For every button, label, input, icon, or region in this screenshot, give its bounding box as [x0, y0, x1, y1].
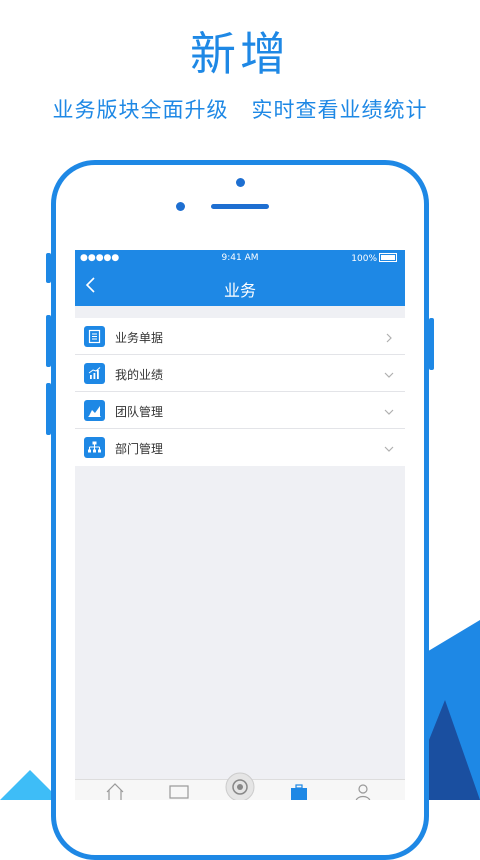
battery-percent: 100%: [351, 254, 377, 264]
tab-bar: [75, 772, 405, 800]
chevron-right-icon: [383, 329, 395, 343]
phone-sensor: [176, 202, 185, 211]
phone-side-button: [46, 315, 51, 367]
briefcase-icon[interactable]: [287, 780, 311, 800]
nav-bar: 业务: [75, 266, 405, 306]
phone-screen: ●●●●● 9:41 AM 100% 业务 业务单据 我的业绩 团队管理 部门管…: [75, 250, 405, 800]
battery-icon: [379, 253, 397, 262]
menu-item-label: 我的业绩: [115, 368, 164, 382]
document-icon: [84, 326, 105, 347]
menu-item-label: 团队管理: [115, 405, 164, 419]
phone-speaker: [211, 204, 269, 209]
monitor-icon[interactable]: [167, 780, 191, 800]
person-icon[interactable]: [351, 780, 375, 800]
team-chart-icon: [84, 400, 105, 421]
menu-item-documents[interactable]: 业务单据: [75, 318, 405, 355]
chevron-down-icon: [383, 366, 395, 378]
home-icon[interactable]: [103, 780, 127, 800]
center-camera-icon[interactable]: [225, 772, 255, 800]
menu-list: 业务单据 我的业绩 团队管理 部门管理: [75, 318, 405, 466]
status-bar: ●●●●● 9:41 AM 100%: [75, 250, 405, 266]
phone-side-button: [429, 318, 434, 370]
phone-side-button: [46, 253, 51, 283]
menu-item-label: 部门管理: [115, 442, 164, 456]
battery-indicator: 100%: [351, 253, 397, 264]
page-title: 业务: [223, 281, 256, 300]
promo-headline: 新增: [190, 27, 290, 81]
promo-subline: 业务版块全面升级 实时查看业绩统计: [52, 98, 428, 122]
menu-item-label: 业务单据: [115, 331, 164, 345]
chevron-down-icon: [383, 440, 395, 452]
chevron-down-icon: [383, 403, 395, 415]
menu-item-department[interactable]: 部门管理: [75, 429, 405, 466]
phone-camera: [236, 178, 245, 187]
menu-item-team[interactable]: 团队管理: [75, 392, 405, 429]
phone-side-button: [46, 383, 51, 435]
bar-chart-icon: [84, 363, 105, 384]
menu-item-performance[interactable]: 我的业绩: [75, 355, 405, 392]
org-chart-icon: [84, 437, 105, 458]
